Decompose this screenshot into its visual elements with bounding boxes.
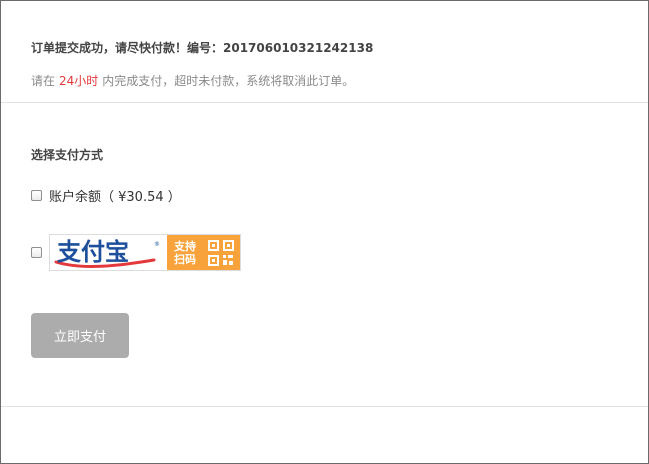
alipay-wordmark: 支付宝 ® <box>50 235 167 270</box>
bottom-divider <box>1 406 648 407</box>
deadline-highlight: 24小时 <box>59 74 99 88</box>
balance-checkbox[interactable] <box>31 190 42 201</box>
payment-page: 订单提交成功，请尽快付款！编号：201706010321242138 请在 24小… <box>0 0 649 464</box>
alipay-trademark: ® <box>154 241 160 248</box>
notice-prefix: 请在 <box>31 74 56 88</box>
scan-line-2: 扫码 <box>174 252 196 266</box>
balance-payment-option[interactable]: 账户余额（ ¥30.54 ） <box>31 186 181 205</box>
alipay-logo-text: 支付宝 <box>57 238 129 266</box>
pay-now-button[interactable]: 立即支付 <box>31 313 129 358</box>
qr-code-icon <box>208 239 234 266</box>
scan-support-text: 支持 扫码 <box>174 240 202 266</box>
alipay-payment-option[interactable]: 支付宝 ® 支持 扫码 <box>31 234 241 271</box>
alipay-checkbox[interactable] <box>31 247 42 258</box>
payment-deadline-notice: 请在 24小时 内完成支付，超时未付款，系统将取消此订单。 <box>31 72 354 89</box>
balance-label: 账户余额（ ¥30.54 ） <box>49 190 181 205</box>
top-divider <box>1 102 648 103</box>
payment-method-title: 选择支付方式 <box>31 148 104 162</box>
alipay-logo[interactable]: 支付宝 ® 支持 扫码 <box>49 234 241 271</box>
scan-line-1: 支持 <box>174 239 196 253</box>
order-success-title: 订单提交成功，请尽快付款！编号：201706010321242138 <box>31 41 374 55</box>
notice-suffix: 内完成支付，超时未付款，系统将取消此订单。 <box>102 74 355 88</box>
alipay-wordmark-graphic: 支付宝 ® <box>54 238 160 268</box>
scan-support-badge: 支持 扫码 <box>167 235 240 270</box>
